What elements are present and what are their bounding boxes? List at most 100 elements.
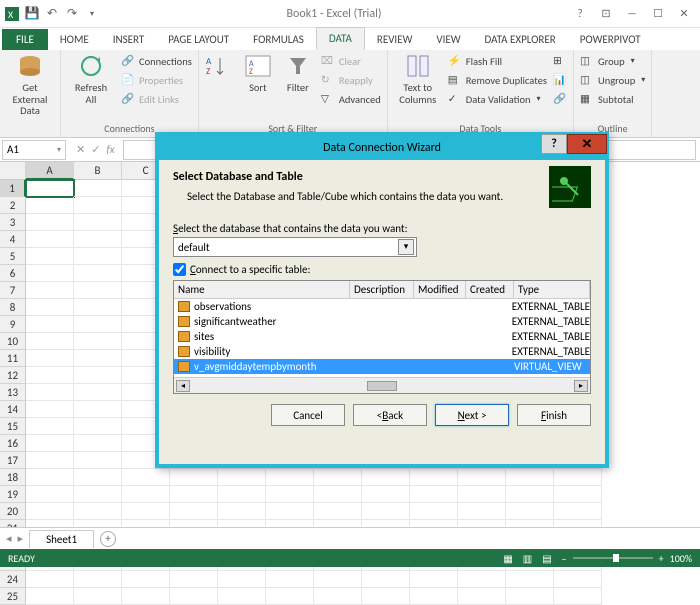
table-row[interactable]: visibilityEXTERNAL_TABLE bbox=[174, 344, 590, 359]
sheet-nav-prev-icon[interactable]: ◂ bbox=[6, 532, 12, 545]
table-row[interactable]: significantweatherEXTERNAL_TABLE bbox=[174, 314, 590, 329]
chevron-down-icon[interactable]: ▾ bbox=[398, 239, 414, 255]
cancel-button[interactable]: Cancel bbox=[271, 404, 345, 426]
next-button[interactable]: Next > bbox=[435, 404, 509, 426]
col-description[interactable]: Description bbox=[350, 281, 414, 298]
edit-links-button[interactable]: 🔗Edit Links bbox=[121, 90, 192, 108]
cell-F24[interactable] bbox=[266, 571, 314, 588]
zoom-out-icon[interactable]: – bbox=[562, 552, 567, 565]
row-header-24[interactable]: 24 bbox=[0, 571, 26, 588]
cell-C19[interactable] bbox=[122, 486, 170, 503]
filter-button[interactable]: Filter bbox=[281, 52, 315, 94]
cell-C20[interactable] bbox=[122, 503, 170, 520]
row-header-1[interactable]: 1 bbox=[0, 180, 26, 197]
cell-B20[interactable] bbox=[74, 503, 122, 520]
database-combo[interactable]: default ▾ bbox=[173, 237, 417, 257]
cell-E25[interactable] bbox=[218, 588, 266, 605]
cell-K18[interactable] bbox=[506, 469, 554, 486]
ungroup-button[interactable]: ◫Ungroup▾ bbox=[580, 71, 645, 89]
close-icon[interactable]: ✕ bbox=[672, 5, 696, 23]
tab-data-explorer[interactable]: DATA EXPLORER bbox=[473, 29, 568, 50]
tab-powerpivot[interactable]: POWERPIVOT bbox=[568, 29, 653, 50]
flash-fill-button[interactable]: ⚡Flash Fill bbox=[448, 52, 547, 70]
cell-J19[interactable] bbox=[458, 486, 506, 503]
qat-dropdown-icon[interactable]: ▾ bbox=[84, 6, 100, 22]
cell-A2[interactable] bbox=[26, 197, 74, 214]
row-header-18[interactable]: 18 bbox=[0, 469, 26, 486]
row-header-8[interactable]: 8 bbox=[0, 299, 26, 316]
tab-formulas[interactable]: FORMULAS bbox=[241, 29, 316, 50]
cell-K19[interactable] bbox=[506, 486, 554, 503]
connect-specific-table-checkbox[interactable]: Connect to a specific table: bbox=[173, 263, 591, 276]
cell-B4[interactable] bbox=[74, 231, 122, 248]
cell-D25[interactable] bbox=[170, 588, 218, 605]
whatif-button[interactable]: 📊 bbox=[553, 71, 567, 89]
horizontal-scrollbar[interactable]: ◂ ▸ bbox=[174, 377, 590, 393]
undo-icon[interactable]: ↶ bbox=[44, 6, 60, 22]
column-header-B[interactable]: B bbox=[74, 162, 122, 180]
cell-K20[interactable] bbox=[506, 503, 554, 520]
cell-A25[interactable] bbox=[26, 588, 74, 605]
cell-A24[interactable] bbox=[26, 571, 74, 588]
cell-B7[interactable] bbox=[74, 282, 122, 299]
cell-A8[interactable] bbox=[26, 299, 74, 316]
sheet-tab-sheet1[interactable]: Sheet1 bbox=[29, 530, 94, 548]
subtotal-button[interactable]: ▦Subtotal bbox=[580, 90, 645, 108]
back-button[interactable]: < Back bbox=[353, 404, 427, 426]
cell-A12[interactable] bbox=[26, 367, 74, 384]
col-modified[interactable]: Modified bbox=[414, 281, 466, 298]
cell-I18[interactable] bbox=[410, 469, 458, 486]
cell-A15[interactable] bbox=[26, 418, 74, 435]
cell-B8[interactable] bbox=[74, 299, 122, 316]
row-header-12[interactable]: 12 bbox=[0, 367, 26, 384]
get-external-data-button[interactable]: Get External Data bbox=[6, 52, 54, 117]
cell-G19[interactable] bbox=[314, 486, 362, 503]
cell-K24[interactable] bbox=[506, 571, 554, 588]
cell-A9[interactable] bbox=[26, 316, 74, 333]
cell-B2[interactable] bbox=[74, 197, 122, 214]
connections-button[interactable]: 🔗Connections bbox=[121, 52, 192, 70]
row-header-25[interactable]: 25 bbox=[0, 588, 26, 605]
table-row[interactable]: sitesEXTERNAL_TABLE bbox=[174, 329, 590, 344]
zoom-slider[interactable] bbox=[573, 557, 653, 559]
chevron-down-icon[interactable]: ▾ bbox=[57, 145, 61, 155]
dialog-title-bar[interactable]: Data Connection Wizard ? ✕ bbox=[159, 136, 605, 160]
cell-B12[interactable] bbox=[74, 367, 122, 384]
scroll-left-icon[interactable]: ◂ bbox=[176, 380, 190, 392]
cell-F18[interactable] bbox=[266, 469, 314, 486]
row-header-3[interactable]: 3 bbox=[0, 214, 26, 231]
cell-B15[interactable] bbox=[74, 418, 122, 435]
cell-B11[interactable] bbox=[74, 350, 122, 367]
cell-A4[interactable] bbox=[26, 231, 74, 248]
group-button[interactable]: ◫Group▾ bbox=[580, 52, 645, 70]
row-header-19[interactable]: 19 bbox=[0, 486, 26, 503]
cell-L20[interactable] bbox=[554, 503, 602, 520]
help-icon[interactable]: ? bbox=[568, 5, 592, 23]
cell-J18[interactable] bbox=[458, 469, 506, 486]
cell-D24[interactable] bbox=[170, 571, 218, 588]
cell-B18[interactable] bbox=[74, 469, 122, 486]
tab-view[interactable]: VIEW bbox=[424, 29, 472, 50]
cell-B10[interactable] bbox=[74, 333, 122, 350]
table-row[interactable]: v_avgmiddaytempbymonthVIRTUAL_VIEW bbox=[174, 359, 590, 374]
cell-B13[interactable] bbox=[74, 384, 122, 401]
advanced-filter-button[interactable]: ▽Advanced bbox=[321, 90, 381, 108]
cell-I25[interactable] bbox=[410, 588, 458, 605]
cell-G24[interactable] bbox=[314, 571, 362, 588]
row-header-17[interactable]: 17 bbox=[0, 452, 26, 469]
cell-D19[interactable] bbox=[170, 486, 218, 503]
dialog-help-button[interactable]: ? bbox=[541, 134, 567, 154]
cell-E19[interactable] bbox=[218, 486, 266, 503]
row-header-7[interactable]: 7 bbox=[0, 282, 26, 299]
cell-A17[interactable] bbox=[26, 452, 74, 469]
row-header-16[interactable]: 16 bbox=[0, 435, 26, 452]
cell-I19[interactable] bbox=[410, 486, 458, 503]
cell-A5[interactable] bbox=[26, 248, 74, 265]
cell-C24[interactable] bbox=[122, 571, 170, 588]
cell-J20[interactable] bbox=[458, 503, 506, 520]
cell-A16[interactable] bbox=[26, 435, 74, 452]
reapply-button[interactable]: ↻Reapply bbox=[321, 71, 381, 89]
view-pagebreak-icon[interactable]: ▤ bbox=[542, 552, 551, 565]
scroll-thumb[interactable] bbox=[367, 381, 397, 391]
row-header-2[interactable]: 2 bbox=[0, 197, 26, 214]
